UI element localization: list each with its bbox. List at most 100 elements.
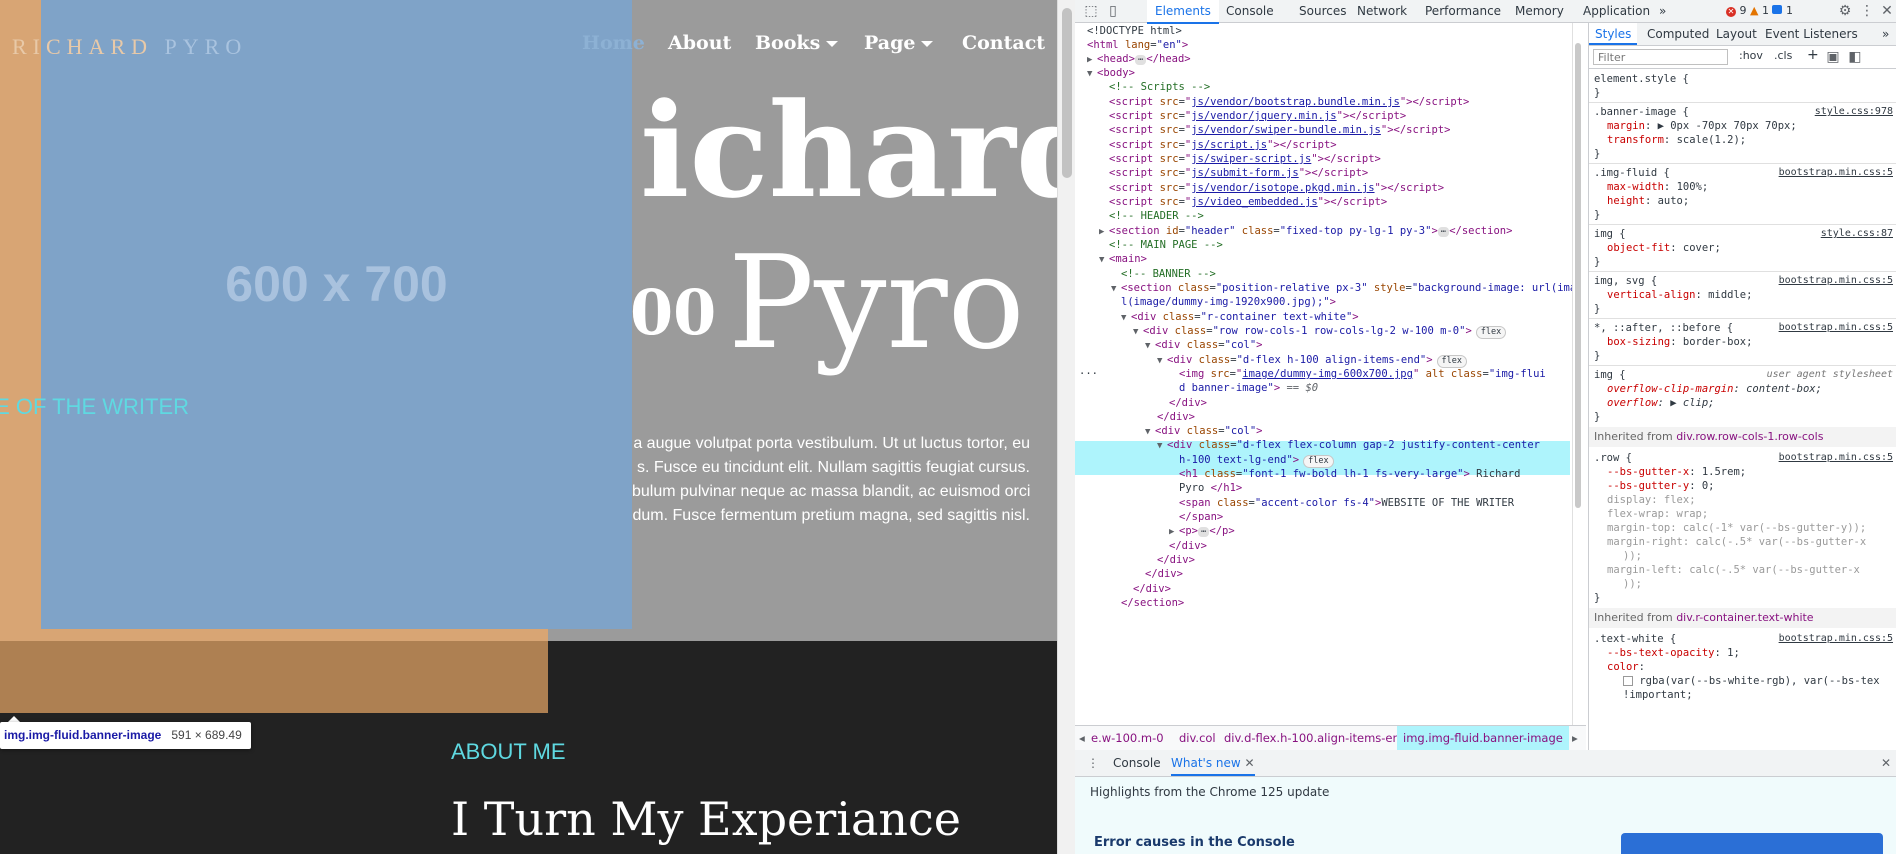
nav-home[interactable]: Home — [582, 32, 645, 54]
prop-color-value[interactable]: rgba(var(--bs-white-rgb), var(--bs-tex — [1623, 674, 1880, 688]
prop-display[interactable]: display: flex; — [1607, 493, 1696, 507]
script-src[interactable]: js/video_embedded.js — [1191, 196, 1317, 208]
rule-selector[interactable]: .row { — [1594, 451, 1632, 465]
prop-margin-top[interactable]: margin-top: calc(-1* var(--bs-gutter-y))… — [1607, 521, 1866, 535]
site-logo[interactable]: RICHARD PYRO — [12, 34, 247, 60]
rule-source-link[interactable]: bootstrap.min.css:5 — [1779, 274, 1893, 288]
breadcrumb-item[interactable]: div.col — [1179, 726, 1216, 750]
color-format-icon[interactable]: ▣ — [1825, 49, 1841, 65]
rule-source-link[interactable]: bootstrap.min.css:5 — [1779, 451, 1893, 465]
script-src[interactable]: js/script.js — [1191, 139, 1267, 151]
tab-memory[interactable]: Memory — [1515, 0, 1564, 22]
page-scrollbar-thumb[interactable] — [1062, 8, 1072, 178]
script-src[interactable]: js/vendor/swiper-bundle.min.js — [1191, 124, 1381, 136]
drawer-tab-whats-new[interactable]: What's new ✕ — [1171, 750, 1255, 776]
prop-text-opacity[interactable]: --bs-text-opacity: 1; — [1607, 646, 1740, 660]
nav-page[interactable]: Page — [864, 32, 934, 54]
flex-badge[interactable]: flex — [1475, 326, 1507, 339]
rule-selector[interactable]: .img-fluid { — [1594, 166, 1670, 180]
tab-performance[interactable]: Performance — [1425, 0, 1501, 22]
device-toolbar-icon[interactable]: ▯ — [1105, 3, 1121, 19]
rule-source-link[interactable]: style.css:87 — [1821, 227, 1893, 241]
dom-line-span[interactable]: <span class="accent-color fs-4">WEBSITE … — [1179, 495, 1514, 512]
prop-max-width[interactable]: max-width: 100%; — [1607, 180, 1708, 194]
tab-console[interactable]: Console — [1226, 0, 1274, 22]
breadcrumb-item[interactable]: e.w-100.m-0 — [1091, 726, 1164, 750]
script-src[interactable]: js/vendor/bootstrap.bundle.min.js — [1191, 96, 1400, 108]
rule-element-style[interactable]: element.style { — [1594, 72, 1689, 86]
drawer-tab-console[interactable]: Console — [1113, 750, 1161, 776]
breadcrumb-item[interactable]: div.d-flex.h-100.align-items-end — [1224, 726, 1407, 750]
close-icon[interactable]: ✕ — [1245, 756, 1255, 770]
rule-source-link[interactable]: bootstrap.min.css:5 — [1779, 166, 1893, 180]
issue-counters[interactable]: ✕ 9 ▲ 1 1 — [1726, 0, 1793, 22]
prop-overflow[interactable]: overflow: ▶ clip; — [1607, 396, 1714, 410]
script-src[interactable]: js/submit-form.js — [1191, 167, 1298, 179]
gear-icon[interactable]: ⚙ — [1837, 3, 1853, 19]
script-src[interactable]: js/vendor/isotope.pkgd.min.js — [1191, 182, 1374, 194]
hov-toggle[interactable]: :hov — [1739, 49, 1763, 62]
dom-line-more[interactable]: ··· — [1079, 366, 1098, 383]
page-scrollbar[interactable] — [1057, 0, 1076, 854]
breadcrumb-scroll-left-icon[interactable]: ◂ — [1079, 726, 1085, 750]
tab-application[interactable]: Application — [1583, 0, 1650, 22]
rule-selector[interactable]: img { — [1594, 368, 1626, 382]
prop-color[interactable]: color: — [1607, 660, 1645, 674]
tab-elements[interactable]: Elements — [1147, 0, 1219, 24]
inherited-element[interactable]: div.r-container.text-white — [1676, 611, 1813, 624]
prop-gutter-y[interactable]: --bs-gutter-y: 0; — [1607, 479, 1715, 493]
banner-image-highlight[interactable] — [41, 0, 632, 629]
prop-flex-wrap[interactable]: flex-wrap: wrap; — [1607, 507, 1708, 521]
styles-more-tabs[interactable]: » — [1882, 23, 1889, 45]
inspect-element-icon[interactable]: ⬚ — [1083, 3, 1099, 19]
rule-selector[interactable]: img, svg { — [1594, 274, 1657, 288]
dom-line[interactable]: </section> — [1121, 595, 1184, 612]
close-icon[interactable]: ✕ — [1879, 3, 1895, 19]
rule-source-link[interactable]: bootstrap.min.css:5 — [1779, 632, 1893, 646]
nav-contact[interactable]: Contact — [962, 32, 1045, 54]
rule-selector[interactable]: img { — [1594, 227, 1626, 241]
script-src[interactable]: js/swiper-script.js — [1191, 153, 1311, 165]
whats-new-headline[interactable]: Error causes in the Console — [1094, 835, 1295, 850]
new-rule-button[interactable]: + — [1807, 47, 1819, 63]
tab-network[interactable]: Network — [1357, 0, 1407, 22]
prop-margin[interactable]: margin: ▶ 0px -70px 70px 70px; — [1607, 119, 1797, 133]
sidebar-toggle-icon[interactable]: ◧ — [1847, 49, 1863, 65]
dom-tree[interactable]: <!DOCTYPE html> <html lang="en"> ▶ <head>… — [1075, 23, 1575, 725]
nav-about[interactable]: About — [668, 32, 731, 54]
dom-tree-scrollbar-thumb[interactable] — [1575, 43, 1581, 508]
more-tabs-button[interactable]: » — [1659, 0, 1666, 22]
prop-overflow-clip-margin[interactable]: overflow-clip-margin: content-box; — [1607, 382, 1822, 396]
more-options-icon[interactable]: ⋮ — [1859, 3, 1875, 19]
prop-vertical-align[interactable]: vertical-align: middle; — [1607, 288, 1752, 302]
prop-height[interactable]: height: auto; — [1607, 194, 1689, 208]
rule-selector[interactable]: .text-white { — [1594, 632, 1676, 646]
rule-source-link[interactable]: bootstrap.min.css:5 — [1779, 321, 1893, 335]
drawer-menu-icon[interactable]: ⋮ — [1087, 750, 1099, 776]
prop-margin-right[interactable]: margin-right: calc(-.5* var(--bs-gutter-… — [1607, 535, 1866, 549]
prop-box-sizing[interactable]: box-sizing: border-box; — [1607, 335, 1752, 349]
rule-selector[interactable]: .banner-image { — [1594, 105, 1689, 119]
tab-computed[interactable]: Computed — [1647, 23, 1709, 45]
tab-sources[interactable]: Sources — [1299, 0, 1346, 22]
tab-layout[interactable]: Layout — [1716, 23, 1757, 45]
nav-books[interactable]: Books — [755, 32, 839, 54]
rule-selector[interactable]: *, ::after, ::before { — [1594, 321, 1733, 335]
breadcrumb-scroll-right-icon[interactable]: ▸ — [1572, 726, 1578, 750]
tab-styles[interactable]: Styles — [1589, 23, 1638, 45]
img-src[interactable]: image/dummy-img-600x700.jpg — [1242, 368, 1413, 380]
prop-gutter-x[interactable]: --bs-gutter-x: 1.5rem; — [1607, 465, 1746, 479]
close-drawer-icon[interactable]: ✕ — [1881, 750, 1891, 776]
rule-source-link[interactable]: style.css:978 — [1815, 105, 1893, 119]
inherited-element[interactable]: div.row.row-cols-1.row-cols — [1676, 430, 1823, 443]
whats-new-thumbnail[interactable] — [1621, 833, 1883, 854]
script-src[interactable]: js/vendor/jquery.min.js — [1191, 110, 1336, 122]
tab-event-listeners[interactable]: Event Listeners — [1765, 23, 1858, 45]
prop-margin-left[interactable]: margin-left: calc(-.5* var(--bs-gutter-x — [1607, 563, 1860, 577]
breadcrumb-item-selected[interactable]: img.img-fluid.banner-image — [1397, 726, 1569, 750]
styles-filter-input[interactable]: Filter — [1593, 49, 1728, 65]
dom-tree-scrollbar[interactable] — [1572, 23, 1583, 725]
color-swatch[interactable] — [1623, 676, 1633, 686]
cls-toggle[interactable]: .cls — [1774, 49, 1792, 62]
prop-transform[interactable]: transform: scale(1.2); — [1607, 133, 1746, 147]
